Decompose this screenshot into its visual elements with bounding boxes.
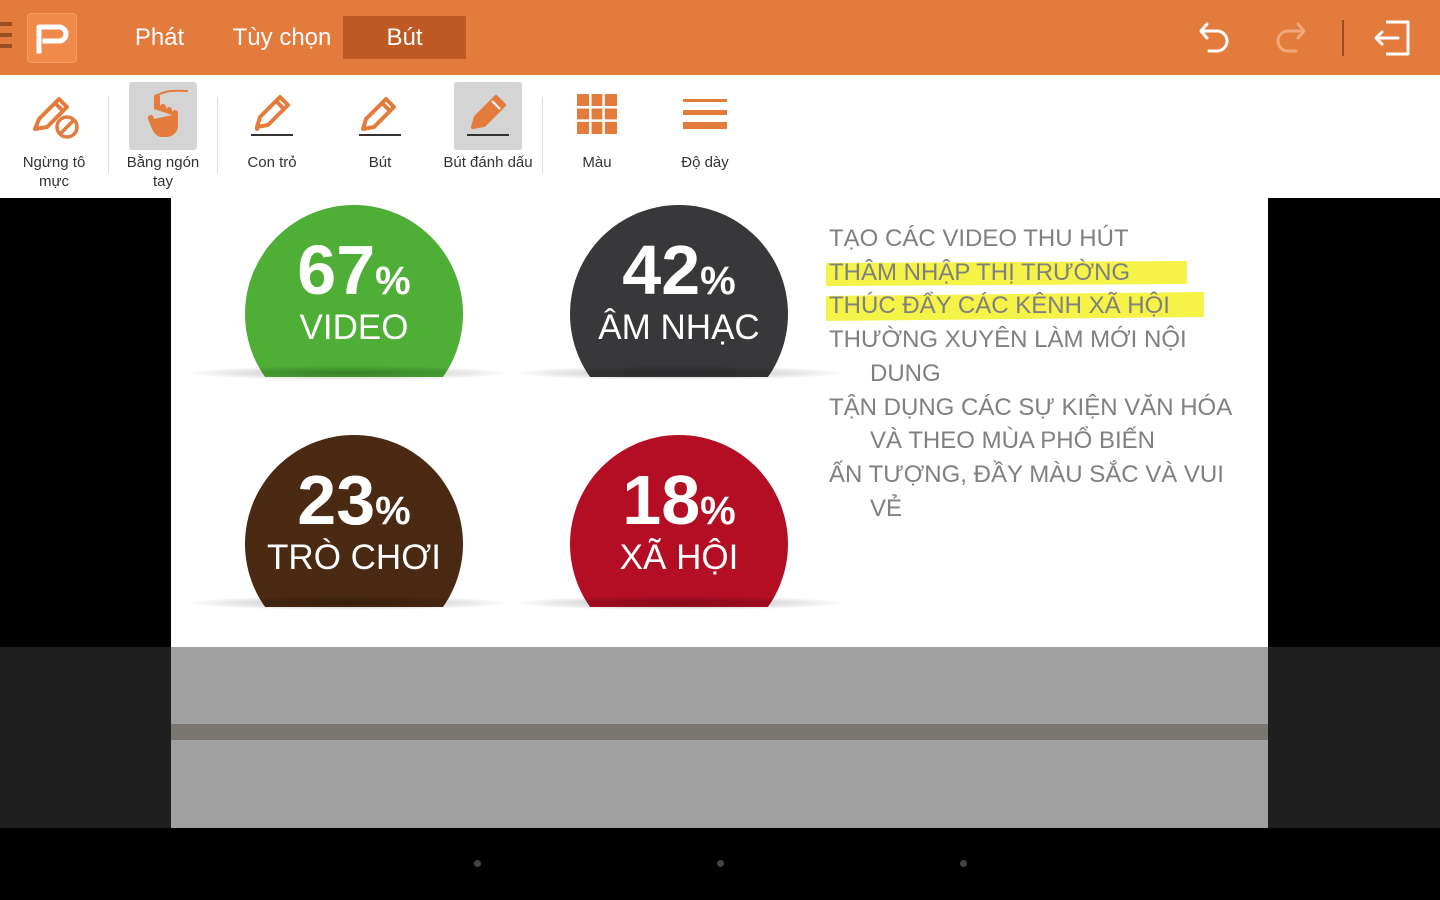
stat-unit: % [375, 489, 411, 533]
stat-value: 67 [297, 231, 376, 309]
recents-nav-icon[interactable] [960, 860, 967, 867]
pen-icon [359, 97, 401, 136]
menu-icon[interactable] [0, 22, 12, 54]
tool-label: Ngừng tô [22, 154, 86, 171]
bullet-text: THÚC ĐẨY CÁC KÊNH XÃ HỘI [829, 292, 1170, 320]
circle-cutoff [181, 607, 841, 647]
slide-canvas[interactable]: 67% VIDEO 42% ÂM NHẠC 23% TRÒ CHƠI 18% X… [171, 198, 1268, 647]
stat-caption: VIDEO [299, 308, 409, 347]
back-nav-icon[interactable] [474, 860, 481, 867]
tool-color[interactable]: Màu [543, 75, 651, 198]
circle-cutoff [181, 377, 841, 435]
bullet-text: THÂM NHẬP THỊ TRƯỜNG [829, 258, 1131, 286]
bullet-text: TẠO CÁC VIDEO THU HÚT [829, 225, 1129, 252]
color-grid-icon [577, 94, 617, 134]
tool-pen[interactable]: Bút [326, 75, 434, 198]
circle-shadow [189, 596, 509, 610]
tab-options[interactable]: Tùy chọn [226, 16, 338, 59]
undo-icon[interactable] [1193, 16, 1237, 60]
bullet-text: THƯỜNG XUYÊN LÀM MỚI NỘI [829, 326, 1187, 354]
exit-icon[interactable] [1370, 16, 1414, 60]
tool-label: mực [38, 173, 70, 190]
stat-unit: % [375, 259, 411, 303]
tool-label: Con trỏ [247, 154, 297, 171]
list-item: ẤN TƯỢNG, ĐẦY MÀU SẮC VÀ VUI VẺ [829, 458, 1259, 525]
tool-stop-ink[interactable]: Ngừng tô mực [0, 75, 108, 198]
tool-label: Bút [368, 154, 392, 171]
tool-label: Độ dày [681, 154, 729, 171]
tool-thickness[interactable]: Độ dày [651, 75, 759, 198]
app-top-bar: Phát Tùy chọn Bút [0, 0, 1440, 75]
stat-value: 23 [297, 461, 376, 539]
pen-toolbar: Ngừng tô mực Bằng ngón tay Con trỏ Bút B… [0, 75, 1440, 198]
list-item: THƯỜNG XUYÊN LÀM MỚI NỘI DUNG [829, 323, 1259, 390]
tool-label: Bút đánh dấu [443, 154, 533, 171]
thickness-icon [683, 99, 727, 129]
circle-shadow [514, 596, 844, 610]
home-nav-icon[interactable] [717, 860, 724, 867]
finger-draw-icon [147, 89, 189, 137]
bullet-text: TẬN DỤNG CÁC SỰ KIỆN VĂN HÓA [829, 393, 1233, 421]
system-nav-bar [0, 828, 1440, 900]
pointer-pen-icon [251, 95, 293, 136]
app-logo-icon [27, 13, 77, 63]
redo-icon[interactable] [1268, 16, 1312, 60]
stop-ink-icon [33, 97, 79, 139]
background-panel [0, 647, 171, 828]
stat-caption: TRÒ CHƠI [267, 538, 441, 577]
list-item: THÂM NHẬP THỊ TRƯỜNG [829, 256, 1259, 290]
bullet-list: TẠO CÁC VIDEO THU HÚT THÂM NHẬP THỊ TRƯỜ… [829, 222, 1259, 525]
list-item: TẬN DỤNG CÁC SỰ KIỆN VĂN HÓA VÀ THEO MÙA … [829, 391, 1259, 458]
tool-label: Màu [582, 154, 612, 171]
tab-pen[interactable]: Bút [343, 16, 466, 59]
stat-value: 18 [622, 461, 701, 539]
stat-unit: % [700, 489, 736, 533]
stat-value: 42 [622, 231, 701, 309]
highlighter-icon [467, 95, 509, 136]
bullet-text-continued: DUNG [870, 359, 941, 387]
bullet-text: ẤN TƯỢNG, ĐẦY MÀU SẮC VÀ VUI [829, 460, 1224, 488]
circle-shadow [514, 366, 844, 380]
preview-divider [171, 724, 1268, 740]
top-bar-divider [1342, 20, 1344, 56]
stat-caption: XÃ HỘI [619, 538, 739, 577]
tool-label: Bằng ngón [126, 154, 200, 171]
tool-highlighter[interactable]: Bút đánh dấu [434, 75, 542, 198]
background-panel [1268, 647, 1440, 828]
stat-caption: ÂM NHẠC [598, 308, 760, 347]
tool-label: tay [152, 173, 173, 190]
tool-finger[interactable]: Bằng ngón tay [109, 75, 217, 198]
stat-unit: % [700, 259, 736, 303]
tool-pointer[interactable]: Con trỏ [218, 75, 326, 198]
bullet-text-continued: VẺ [870, 494, 903, 522]
list-item: TẠO CÁC VIDEO THU HÚT [829, 222, 1259, 256]
list-item: THÚC ĐẨY CÁC KÊNH XÃ HỘI [829, 289, 1259, 323]
circle-shadow [189, 366, 509, 380]
bullet-text-continued: VÀ THEO MÙA PHỔ BIẾN [870, 427, 1155, 455]
tab-play[interactable]: Phát [122, 16, 197, 59]
